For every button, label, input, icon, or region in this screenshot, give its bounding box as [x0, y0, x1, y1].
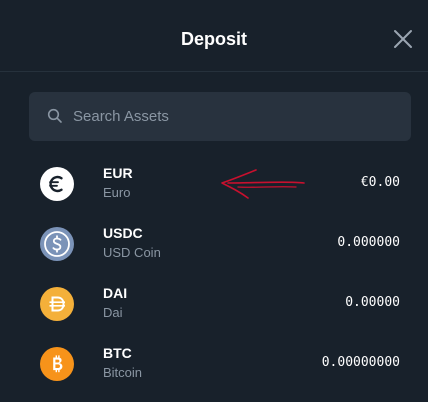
modal-title: Deposit [180, 29, 247, 49]
asset-name: Bitcoin [103, 365, 143, 380]
asset-name: Euro [103, 185, 131, 200]
asset-symbol: DAI [103, 285, 128, 301]
search-icon [47, 108, 62, 123]
asset-name: Dai [103, 305, 123, 320]
usdc-coin-icon [40, 227, 74, 261]
asset-balance: €0.00 [360, 175, 400, 190]
close-button[interactable] [390, 26, 416, 52]
asset-row-dai[interactable]: DAI Dai 0.00000 [0, 273, 428, 333]
asset-balance: 0.000000 [337, 235, 400, 250]
euro-coin-icon [40, 167, 74, 201]
asset-symbol: EUR [103, 165, 133, 181]
asset-row-usdc[interactable]: USDC USD Coin 0.000000 [0, 213, 428, 273]
modal-header: Deposit [0, 0, 428, 72]
asset-list: EUR Euro €0.00 USDC USD Coin 0.000000 DA… [0, 153, 428, 393]
asset-symbol: USDC [103, 225, 143, 241]
bitcoin-coin-icon [40, 347, 74, 381]
search-box[interactable] [29, 92, 411, 141]
asset-balance: 0.00000 [345, 295, 400, 310]
asset-symbol: BTC [103, 345, 132, 361]
close-icon [394, 30, 412, 48]
asset-row-btc[interactable]: BTC Bitcoin 0.00000000 [0, 333, 428, 393]
asset-name: USD Coin [103, 245, 161, 260]
asset-balance: 0.00000000 [321, 355, 400, 370]
asset-row-eur[interactable]: EUR Euro €0.00 [0, 153, 428, 213]
dai-coin-icon [40, 287, 74, 321]
deposit-modal: Deposit EUR Euro [0, 0, 428, 402]
search-input[interactable] [73, 92, 393, 141]
